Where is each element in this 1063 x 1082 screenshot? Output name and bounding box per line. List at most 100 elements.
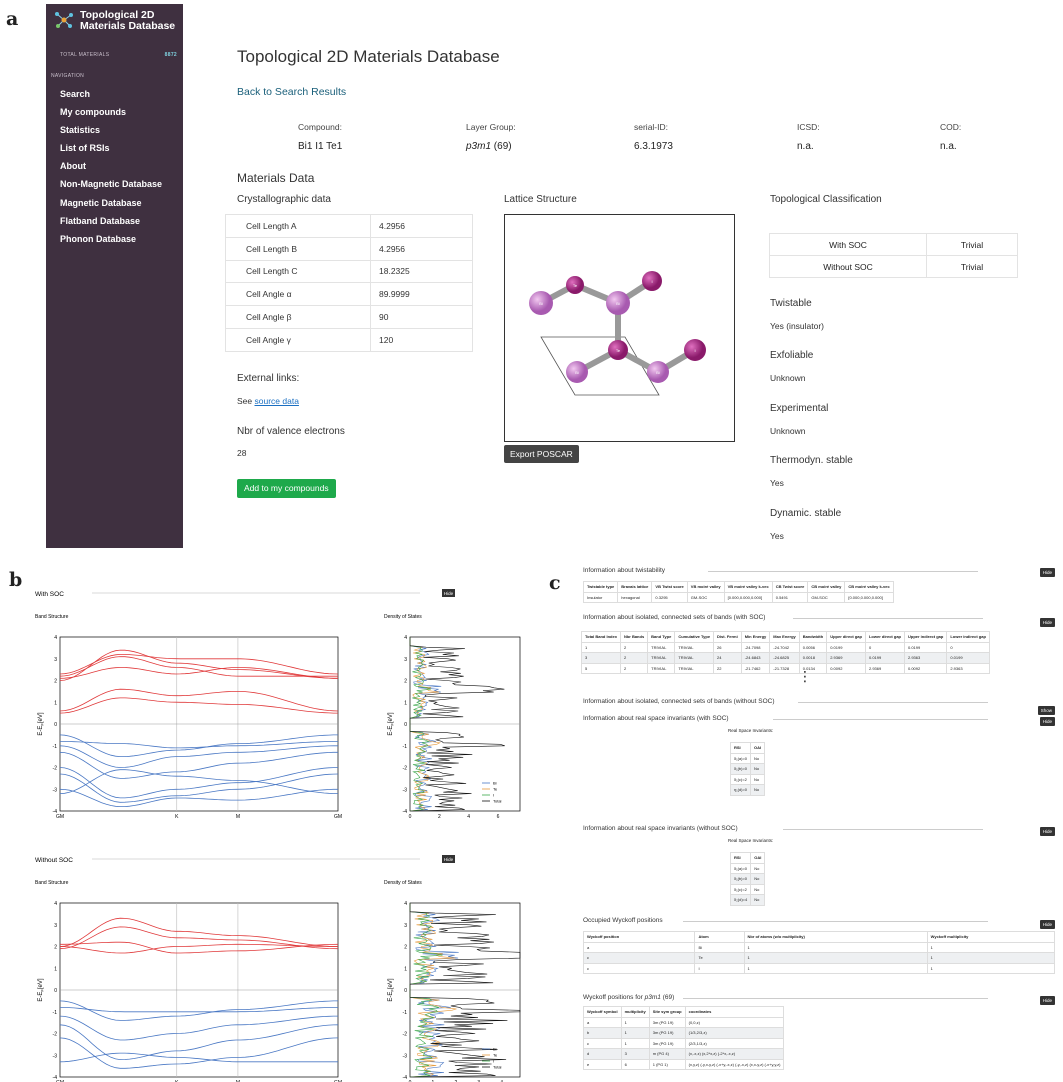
y-tick-label: -2 [53, 766, 58, 772]
column-header: Twistable type [582, 581, 619, 593]
column-header: Atom [694, 931, 745, 943]
dos-y-tick-label: 0 [404, 722, 407, 728]
crystal-row: Cell Length A 4.2956 [225, 214, 473, 238]
rsi-nosoc-hide-button[interactable]: Hide [1039, 827, 1055, 836]
dos-y-tick-label: -1 [403, 744, 408, 750]
sidebar: Topological 2D Materials Database TOTAL M… [46, 4, 183, 548]
column-header: Wyckoff multiplicity [926, 931, 1056, 943]
legend-label: I [493, 1059, 494, 1064]
table-cell: 0.0092 [826, 662, 866, 674]
table-cell: 1 [743, 952, 928, 964]
y-tick-label: 2 [54, 945, 57, 951]
wyckoff-positions-hide-button[interactable]: Hide [1039, 996, 1055, 1005]
table-cell: δ₁(b)=0 [729, 873, 752, 885]
sidebar-item-my-compounds[interactable]: My compounds [60, 103, 162, 121]
dos-y-tick-label: -4 [403, 1075, 408, 1081]
table-cell: 3m (PG 19) [648, 1037, 686, 1049]
table-row: cI11 [582, 962, 1056, 974]
column-header: CB Twist score [771, 581, 809, 593]
column-header: Upper indirect gap [903, 631, 948, 643]
experimental-label: Experimental [770, 403, 829, 414]
sidebar-item-about[interactable]: About [60, 157, 162, 175]
table-cell: 2.9369 [864, 662, 906, 674]
table-row: δ₁(b)=0 No [729, 763, 766, 775]
total-materials-label: TOTAL MATERIALS [60, 52, 110, 58]
crystal-value: 90 [370, 305, 473, 329]
crystal-row: Cell Angle β 90 [225, 305, 473, 329]
y-tick-label: -2 [53, 1032, 58, 1038]
sidebar-title-line2: Materials Database [80, 20, 176, 32]
table-cell: η₁(d)=0 [729, 784, 752, 796]
column-header: CB moiré valley k-vec [844, 581, 894, 593]
table-cell: -21.7328 [769, 662, 800, 674]
column-header: VB moiré valley [686, 581, 725, 593]
dos-y-tick-label: 4 [404, 635, 407, 641]
valence-value: 28 [237, 448, 247, 458]
sidebar-item-non-magnetic-db[interactable]: Non-Magnetic Database [60, 175, 162, 193]
dos-y-tick-label: -3 [403, 787, 408, 793]
isolated-nosoc-show-button[interactable]: Show [1037, 706, 1055, 715]
lattice-viewer[interactable]: Bi Bi Bi Bi Te Te I I [504, 214, 735, 442]
cod-value: n.a. [940, 141, 957, 152]
y-axis-label-base: E-E [388, 726, 394, 736]
table-cell: I [694, 962, 745, 974]
isolated-soc-hide-button[interactable]: Hide [1039, 618, 1055, 627]
twistability-table: Twistable type Bravais lattice VB Twist sc… [582, 581, 894, 603]
exfoliable-value: Unknown [770, 373, 806, 383]
wyckoff-positions-table: Wyckoff symbol multiplicity Site sym group… [583, 1006, 785, 1070]
sidebar-item-phonon-db[interactable]: Phonon Database [60, 230, 162, 248]
table-row: c 1 3m (PG 19) (2/3,1/3,z) [583, 1037, 785, 1049]
table-cell: 1 [743, 941, 928, 953]
y-tick-label: -4 [53, 809, 58, 815]
add-to-my-compounds-button[interactable]: Add to my compounds [237, 479, 336, 498]
legend-label: Bi [493, 1047, 497, 1052]
crystal-row: Cell Angle γ 120 [225, 327, 473, 352]
dos-title: Density of States [384, 880, 422, 886]
crystal-value: 4.2956 [370, 214, 473, 238]
serial-id-label: serial-ID: [634, 122, 669, 132]
dos-y-tick-label: -3 [403, 1053, 408, 1059]
table-cell: 0 [946, 641, 990, 653]
export-poscar-button[interactable]: Export POSCAR [504, 445, 579, 463]
table-cell: hexagonal [617, 591, 653, 603]
back-to-results-link[interactable]: Back to Search Results [237, 86, 346, 98]
topological-classification-heading: Topological Classification [770, 194, 882, 205]
rsi-soc-hide-button[interactable]: Hide [1039, 717, 1055, 726]
external-links-heading: External links: [237, 373, 300, 384]
table-cell: δ₁(c)=2 [729, 883, 752, 895]
more-rows-ellipsis: ⋮ [798, 668, 812, 684]
table-cell: δ₁(a)=0 [729, 752, 752, 764]
band-structure-title: Band Structure [35, 880, 69, 886]
with-soc-label: With SOC [769, 233, 927, 256]
wyckoff-heading-pre: Wyckoff positions for [583, 994, 643, 1001]
kpoint-label: GM [334, 814, 342, 820]
page-title: Topological 2D Materials Database [237, 47, 500, 66]
table-cell: 1 (PG 1) [648, 1058, 686, 1070]
column-header: Lower direct gap [864, 631, 906, 643]
sidebar-item-flatband-db[interactable]: Flatband Database [60, 212, 162, 230]
wyckoff-occupied-hide-button[interactable]: Hide [1039, 920, 1055, 929]
sidebar-item-search[interactable]: Search [60, 85, 162, 103]
table-cell: 0.3295 [651, 591, 688, 603]
table-cell: -21.7462 [740, 662, 771, 674]
crystal-value: 18.2325 [370, 259, 473, 284]
crystal-value: 89.9999 [370, 282, 473, 307]
column-header: RSI [729, 852, 752, 864]
isolated-soc-heading: Information about isolated, connected se… [583, 614, 766, 621]
table-cell: 3 [620, 1048, 650, 1060]
table-cell: a [583, 1016, 622, 1028]
sidebar-logo[interactable]: Topological 2D Materials Database [54, 10, 179, 32]
column-header: VB Twist score [651, 581, 688, 593]
kpoint-label: M [236, 814, 240, 820]
total-materials-count: 8872 [164, 52, 177, 58]
table-cell: TRIVIAL [674, 662, 715, 674]
sidebar-item-magnetic-db[interactable]: Magnetic Database [60, 194, 162, 212]
source-data-link[interactable]: source data [255, 396, 299, 406]
sidebar-item-statistics[interactable]: Statistics [60, 121, 162, 139]
twistability-hide-button[interactable]: Hide [1039, 568, 1055, 577]
sidebar-item-list-of-rsis[interactable]: List of RSIs [60, 139, 162, 157]
experimental-value: Unknown [770, 426, 806, 436]
crystal-label: Cell Angle β [225, 305, 371, 329]
table-cell: Insulator [582, 591, 619, 603]
thermodyn-stable-value: Yes [770, 478, 784, 488]
